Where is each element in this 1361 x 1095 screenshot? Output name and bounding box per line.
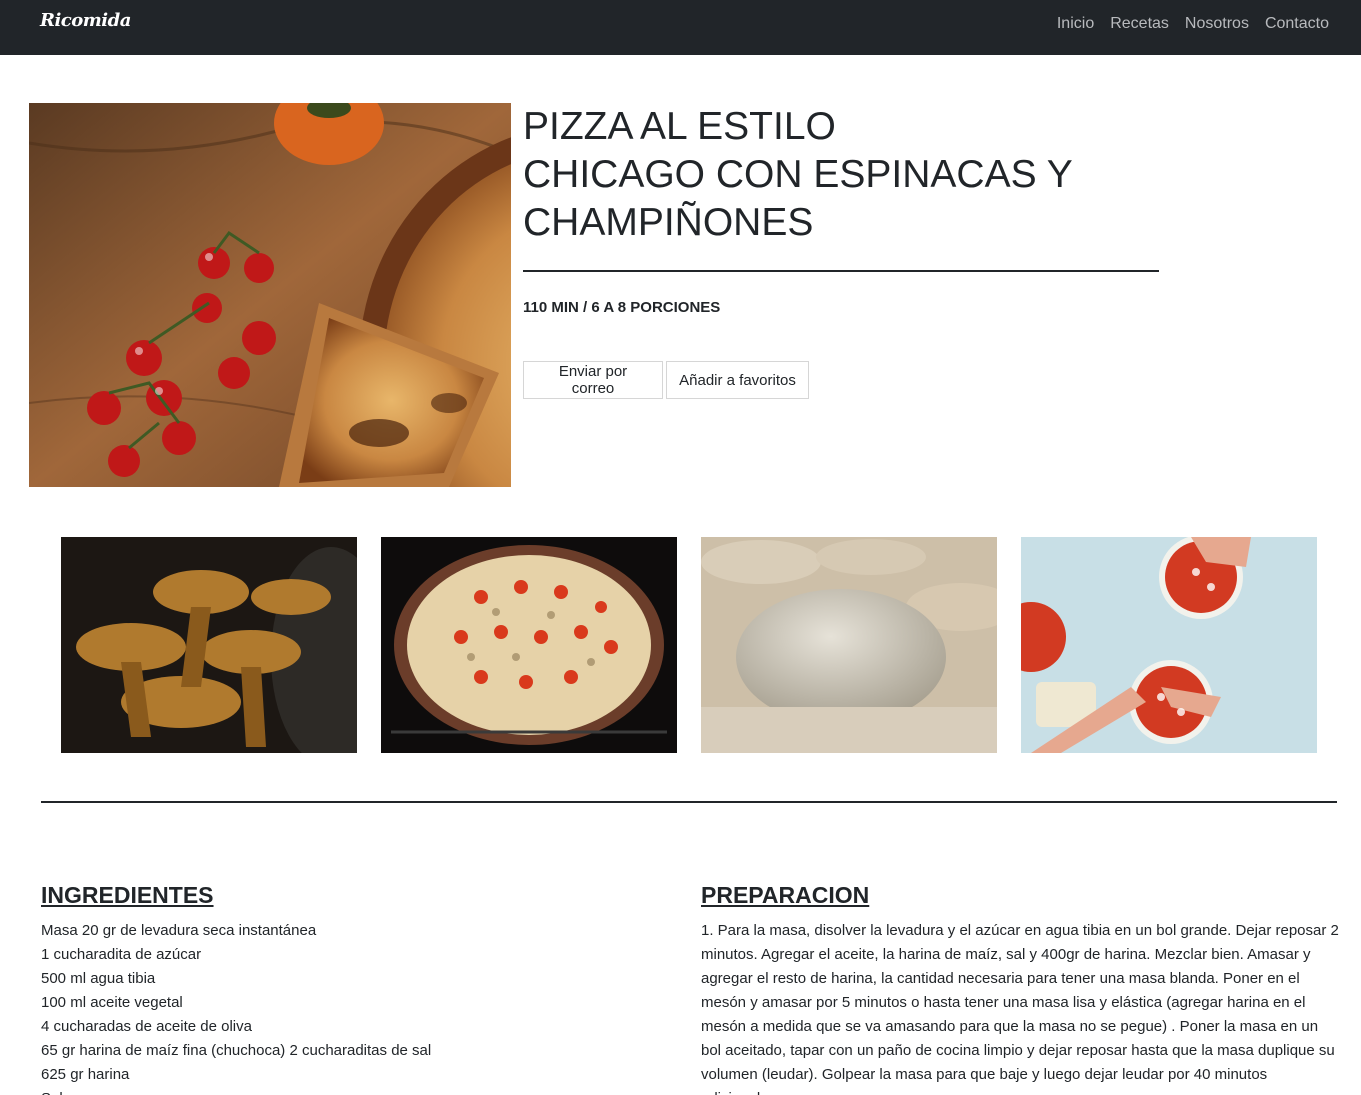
ingredient-item: 500 ml agua tibia: [41, 970, 156, 987]
recipe-title: PIZZA AL ESTILO CHICAGO CON ESPINACAS Y …: [523, 103, 1163, 247]
ingredients-heading: INGREDIENTES: [41, 882, 214, 908]
ingredient-item: 1 cucharadita de azúcar: [41, 946, 202, 963]
nav-links: Inicio Recetas Nosotros Contacto: [1057, 15, 1329, 33]
nav-link-inicio[interactable]: Inicio: [1057, 15, 1094, 33]
ingredient-item: 625 gr harina: [41, 1066, 130, 1083]
navbar: Ricomida Inicio Recetas Nosotros Contact…: [0, 0, 1361, 55]
recipe-meta: 110 MIN / 6 A 8 PORCIONES: [523, 299, 721, 316]
mushrooms-photo[interactable]: [61, 537, 357, 753]
preparation-heading: PREPARACION: [701, 882, 870, 908]
title-divider: [523, 270, 1159, 272]
hands-making-pizza-photo[interactable]: [1021, 537, 1317, 753]
recipe-title-line-3: CHAMPIÑONES: [523, 201, 814, 244]
nav-link-contacto[interactable]: Contacto: [1265, 15, 1329, 33]
nav-link-recetas[interactable]: Recetas: [1110, 15, 1169, 33]
ingredient-item: Masa 20 gr de levadura seca instantánea: [41, 922, 317, 939]
recipe-title-line-1: PIZZA AL ESTILO: [523, 105, 836, 148]
preparation-text: 1. Para la masa, disolver la levadura y …: [701, 922, 1339, 1095]
ingredient-item: 65 gr harina de maíz fina (chuchoca) 2 c…: [41, 1042, 432, 1059]
send-email-button[interactable]: Enviar por correo: [523, 361, 663, 399]
ingredient-item: 4 cucharadas de aceite de oliva: [41, 1018, 252, 1035]
nav-link-nosotros[interactable]: Nosotros: [1185, 15, 1249, 33]
ingredients-list: Masa 20 gr de levadura seca instantánea …: [41, 919, 661, 1095]
hero-pizza-photo: [29, 103, 511, 487]
baked-pizza-photo[interactable]: [381, 537, 677, 753]
section-divider: [41, 801, 1337, 803]
brand-logo[interactable]: Ricomida: [40, 10, 131, 31]
add-favorite-button[interactable]: Añadir a favoritos: [666, 361, 809, 399]
dough-ball-photo[interactable]: [701, 537, 997, 753]
recipe-title-line-2: CHICAGO CON ESPINACAS Y: [523, 153, 1073, 196]
ingredient-item: Sal: [41, 1087, 661, 1095]
ingredient-item: 100 ml aceite vegetal: [41, 994, 183, 1011]
